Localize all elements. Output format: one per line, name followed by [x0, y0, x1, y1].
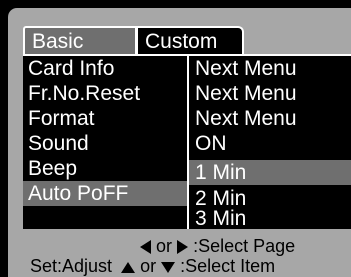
option-1-min[interactable]: 1 Min [189, 160, 351, 185]
tab-basic[interactable]: Basic [23, 26, 137, 54]
menu-labels: Card Info Fr.No.Reset Format Sound Beep … [23, 56, 187, 229]
value-card-info[interactable]: Next Menu [189, 56, 351, 81]
left-arrow-icon [140, 240, 151, 255]
menu-list: Card Info Fr.No.Reset Format Sound Beep … [23, 54, 351, 229]
footer-page-hint: or :Select Page [140, 236, 295, 256]
menu-item-auto-poff[interactable]: Auto PoFF [23, 181, 187, 206]
menu-values: Next Menu Next Menu Next Menu ON 1 Min 2… [187, 56, 351, 229]
menu-item-format[interactable]: Format [23, 106, 187, 131]
menu-item-card-info[interactable]: Card Info [23, 56, 187, 81]
option-2-min[interactable]: 2 Min [189, 188, 351, 209]
menu-item-beep[interactable]: Beep [23, 156, 187, 181]
option-3-min[interactable]: 3 Min [189, 208, 351, 229]
value-format[interactable]: Next Menu [189, 106, 351, 131]
footer-item-hint: Set:Adjust or :Select Item [30, 256, 276, 276]
tab-custom[interactable]: Custom [136, 26, 244, 54]
right-arrow-icon [177, 240, 189, 255]
set-adjust-label: Set:Adjust [30, 256, 113, 276]
menu-item-fr-no-reset[interactable]: Fr.No.Reset [23, 81, 187, 106]
down-arrow-icon [161, 261, 176, 273]
value-fr-no-reset[interactable]: Next Menu [189, 81, 351, 106]
menu-item-sound[interactable]: Sound [23, 131, 187, 156]
up-arrow-icon [121, 261, 136, 273]
value-sound[interactable]: ON [189, 131, 351, 156]
